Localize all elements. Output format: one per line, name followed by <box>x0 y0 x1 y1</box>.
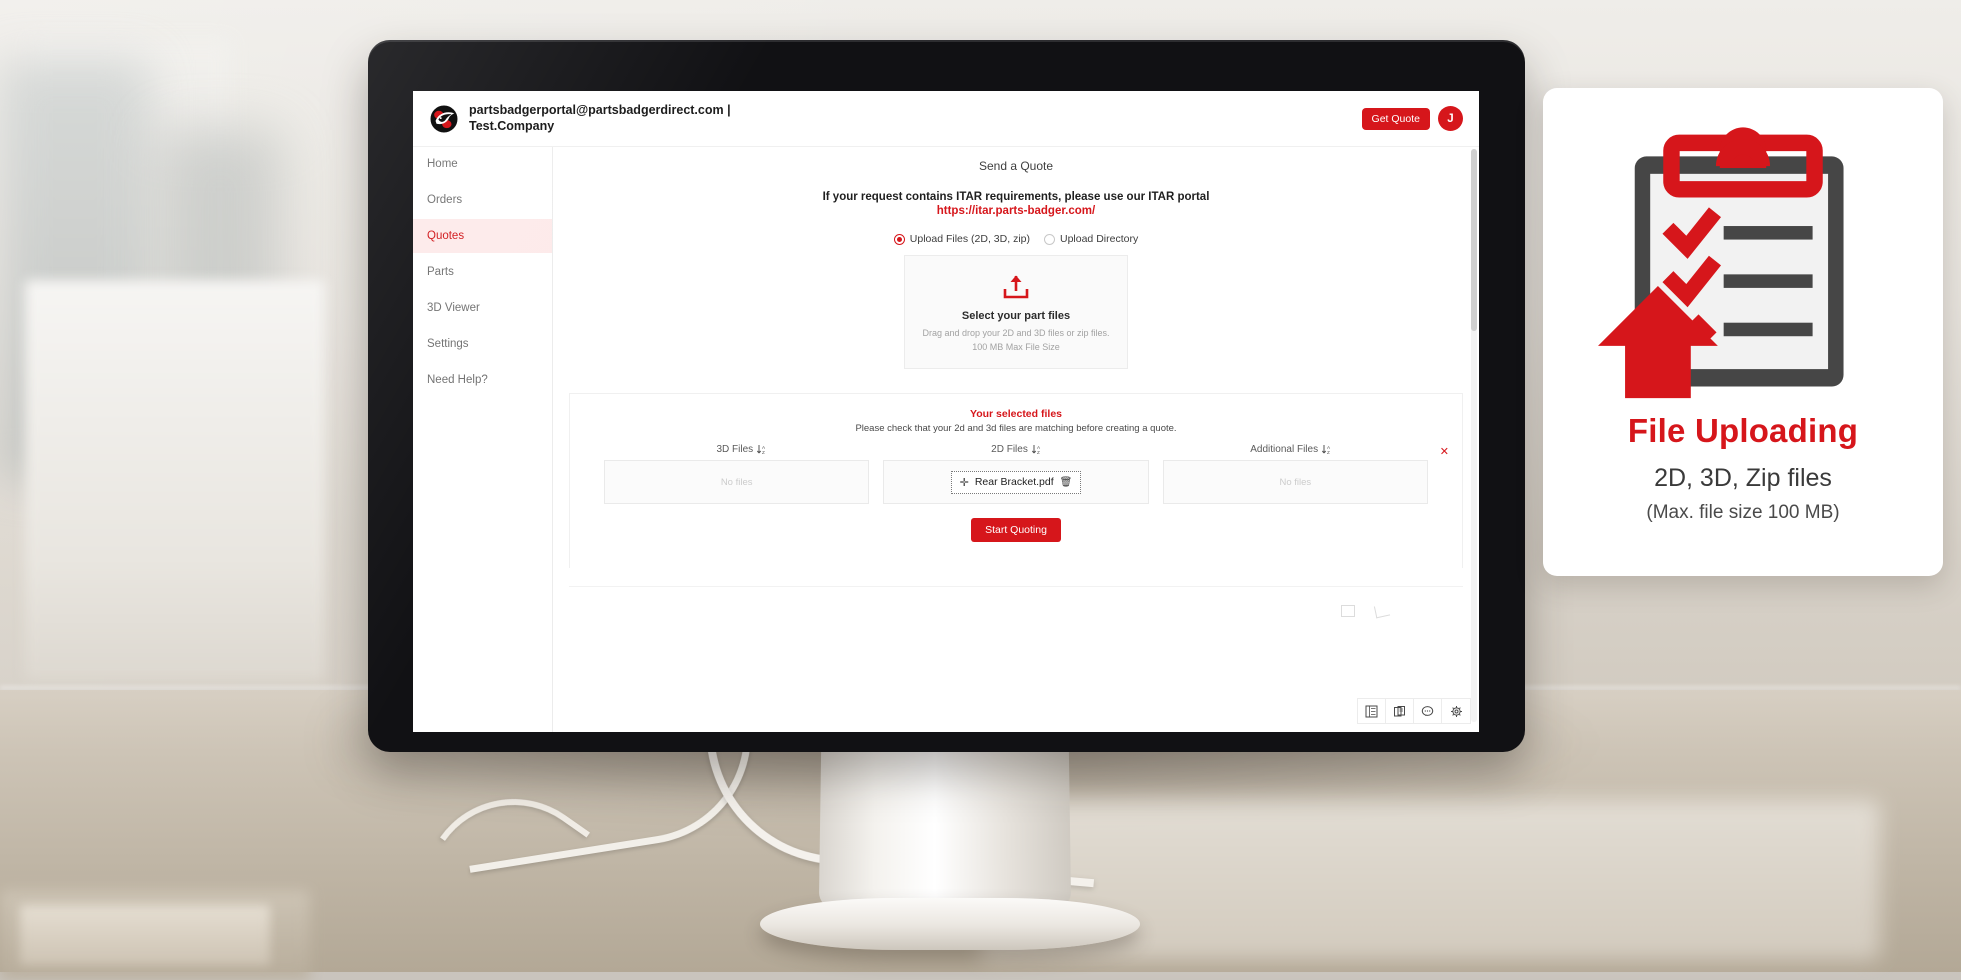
clipboard-upload-illustration <box>1598 127 1844 399</box>
svg-text:Z: Z <box>1037 450 1040 455</box>
selected-files-panel: Your selected files Please check that yo… <box>569 393 1463 569</box>
sidebar-item-home[interactable]: Home <box>413 147 552 181</box>
radio-selected-icon <box>893 233 905 245</box>
topbar-actions: Get Quote J <box>1361 106 1463 131</box>
column-header-3d-label: 3D Files <box>716 444 754 456</box>
promo-line-2: (Max. file size 100 MB) <box>1646 502 1840 523</box>
monitor-bezel: partsbadgerportal@partsbadgerdirect.com … <box>368 40 1525 752</box>
sort-icon: A Z <box>1031 445 1041 455</box>
file-chip-name: Rear Bracket.pdf <box>974 476 1054 489</box>
monitor-stand-neck <box>818 748 1072 909</box>
dropzone-subtitle-1: Drag and drop your 2D and 3D files or zi… <box>922 328 1110 338</box>
column-header-additional-files[interactable]: Additional Files A Z <box>1153 444 1428 455</box>
radio-upload-files[interactable]: Upload Files (2D, 3D, zip) <box>893 233 1030 245</box>
start-quoting-button[interactable]: Start Quoting <box>971 518 1061 543</box>
itar-notice: If your request contains ITAR requiremen… <box>822 191 1210 203</box>
itar-portal-link[interactable]: https://itar.parts-badger.com/ <box>553 205 1479 217</box>
radio-upload-files-label: Upload Files (2D, 3D, zip) <box>909 233 1030 245</box>
chat-bubble-icon[interactable] <box>1414 699 1442 723</box>
svg-text:Z: Z <box>762 450 765 455</box>
page-title: Send a Quote <box>978 159 1054 173</box>
selected-files-subtitle: Please check that your 2d and 3d files a… <box>855 423 1177 435</box>
account-brand-text: partsbadgerportal@partsbadgerdirect.com … <box>469 103 731 134</box>
sidebar-nav: Home Orders Quotes Parts 3D Viewer Setti… <box>413 91 553 732</box>
trash-icon[interactable]: 🗑 <box>1060 477 1073 488</box>
file-columns-header: 3D Files A Z 2D Files A Z Additional Fil… <box>582 444 1450 455</box>
badger-logo-icon[interactable] <box>429 103 459 134</box>
monitor-stand-base <box>760 898 1140 950</box>
account-email: partsbadgerportal@partsbadgerdirect.com … <box>469 102 731 117</box>
file-columns-body: No files ✛ Rear Bracket.pdf 🗑 No files ✕ <box>582 447 1450 505</box>
papers-blurred-2 <box>20 905 270 965</box>
monitor-screen: partsbadgerportal@partsbadgerdirect.com … <box>413 91 1479 732</box>
selected-files-title: Your selected files <box>969 408 1062 421</box>
bottom-toolbar <box>1357 698 1471 724</box>
column-header-additional-label: Additional Files <box>1250 444 1319 456</box>
upload-mode-radio-group: Upload Files (2D, 3D, zip) Upload Direct… <box>553 233 1479 245</box>
app-topbar: partsbadgerportal@partsbadgerdirect.com … <box>413 91 1479 147</box>
column-header-2d-label: 2D Files <box>991 444 1028 456</box>
sidebar-item-orders[interactable]: Orders <box>413 183 552 217</box>
placeholder-icon-1 <box>1341 605 1355 618</box>
radio-unselected-icon <box>1044 233 1055 245</box>
account-company: Test.Company <box>469 118 555 133</box>
web-app: partsbadgerportal@partsbadgerdirect.com … <box>413 91 1479 732</box>
sidebar-item-need-help[interactable]: Need Help? <box>413 363 552 397</box>
lower-panel <box>569 586 1463 647</box>
main-content: Send a Quote If your request contains IT… <box>553 91 1479 732</box>
remove-row-button[interactable]: ✕ <box>1440 447 1449 458</box>
drop-column-additional[interactable]: No files <box>1162 460 1428 505</box>
sort-icon: A Z <box>757 445 766 455</box>
dropzone-title: Select your part files <box>961 310 1071 322</box>
drag-handle-icon[interactable]: ✛ <box>960 476 969 489</box>
sort-icon: A Z <box>1322 445 1331 455</box>
user-avatar[interactable]: J <box>1438 106 1463 131</box>
no-files-label-additional: No files <box>1279 476 1312 488</box>
file-chip-rear-bracket[interactable]: ✛ Rear Bracket.pdf 🗑 <box>950 470 1082 494</box>
secondary-monitor-blurred <box>25 280 325 680</box>
promo-card: File Uploading 2D, 3D, Zip files (Max. f… <box>1543 88 1943 576</box>
svg-text:Z: Z <box>1327 450 1330 455</box>
placeholder-icon-2 <box>1373 603 1391 619</box>
sidebar-item-3d-viewer[interactable]: 3D Viewer <box>413 291 552 325</box>
sidebar-item-settings[interactable]: Settings <box>413 327 552 361</box>
column-header-2d-files[interactable]: 2D Files A Z <box>879 444 1154 455</box>
column-header-3d-files[interactable]: 3D Files A Z <box>604 444 879 455</box>
gear-icon[interactable] <box>1442 699 1470 723</box>
radio-upload-directory-label: Upload Directory <box>1060 233 1139 245</box>
list-view-icon[interactable] <box>1358 699 1386 723</box>
drop-column-2d[interactable]: ✛ Rear Bracket.pdf 🗑 <box>883 460 1149 505</box>
clipboard-icon[interactable] <box>1386 699 1414 723</box>
sidebar-item-quotes[interactable]: Quotes <box>413 219 552 253</box>
file-dropzone[interactable]: Select your part files Drag and drop you… <box>904 255 1128 370</box>
upload-arrow-icon <box>1003 275 1029 299</box>
promo-line-1: 2D, 3D, Zip files <box>1654 464 1832 492</box>
scrollbar-thumb[interactable] <box>1471 149 1477 331</box>
sidebar-item-parts[interactable]: Parts <box>413 255 552 289</box>
promo-title: File Uploading <box>1627 412 1859 449</box>
dropzone-subtitle-2: 100 MB Max File Size <box>972 342 1060 353</box>
no-files-label-3d: No files <box>720 476 753 488</box>
radio-upload-directory[interactable]: Upload Directory <box>1044 233 1138 245</box>
get-quote-button[interactable]: Get Quote <box>1361 107 1430 130</box>
drop-column-3d[interactable]: No files <box>604 460 870 505</box>
